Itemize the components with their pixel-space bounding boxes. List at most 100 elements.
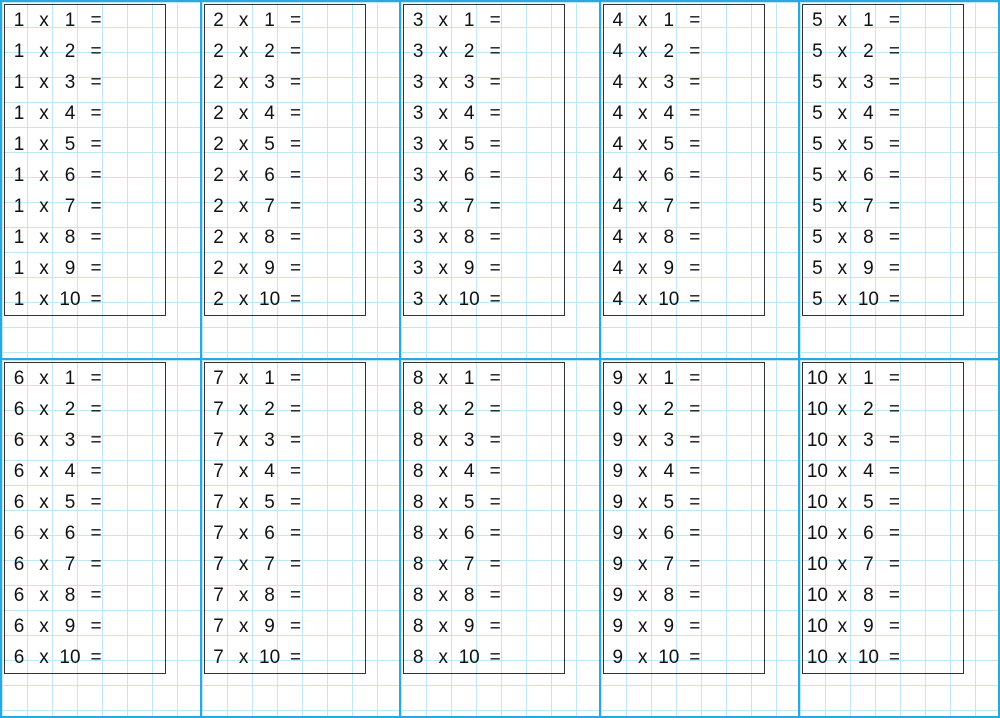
- multiplier: 8: [255, 585, 285, 607]
- multiplicand: 7: [205, 430, 233, 452]
- equals-symbol: =: [684, 585, 706, 607]
- equals-symbol: =: [883, 647, 905, 669]
- table-row: 7x10=: [205, 642, 365, 673]
- multiplier: 10: [454, 647, 484, 669]
- multiplier: 2: [454, 41, 484, 63]
- equals-symbol: =: [883, 399, 905, 421]
- multiplier: 5: [853, 492, 883, 514]
- times-table-block-1: 1x1=1x2=1x3=1x4=1x5=1x6=1x7=1x8=1x9=1x10…: [1, 1, 201, 359]
- multiplicand: 2: [205, 103, 233, 125]
- table-row: 2x7=: [205, 191, 365, 222]
- table-row: 3x6=: [404, 160, 564, 191]
- times-symbol: x: [233, 165, 255, 187]
- times-symbol: x: [831, 368, 853, 390]
- table-row: 8x7=: [404, 549, 564, 580]
- multiplier: 4: [654, 461, 684, 483]
- table-row: 8x9=: [404, 611, 564, 642]
- equals-symbol: =: [285, 492, 307, 514]
- multiplier: 6: [454, 523, 484, 545]
- times-table-block-2: 2x1=2x2=2x3=2x4=2x5=2x6=2x7=2x8=2x9=2x10…: [201, 1, 401, 359]
- multiplicand: 6: [5, 492, 33, 514]
- multiplier: 1: [55, 368, 85, 390]
- multiplicand: 3: [404, 10, 432, 32]
- equals-symbol: =: [883, 103, 905, 125]
- table-row: 6x6=: [5, 518, 165, 549]
- multiplier: 9: [454, 616, 484, 638]
- equals-symbol: =: [85, 72, 107, 94]
- multiplicand: 5: [803, 258, 831, 280]
- table-row: 2x5=: [205, 129, 365, 160]
- multiplier: 2: [853, 399, 883, 421]
- table-row: 2x1=: [205, 5, 365, 36]
- equals-symbol: =: [484, 616, 506, 638]
- multiplier: 5: [255, 134, 285, 156]
- table-row: 8x8=: [404, 580, 564, 611]
- equals-symbol: =: [883, 196, 905, 218]
- multiplier: 1: [255, 368, 285, 390]
- equals-symbol: =: [883, 585, 905, 607]
- multiplier: 3: [55, 72, 85, 94]
- equals-symbol: =: [85, 289, 107, 311]
- table-row: 10x2=: [803, 394, 963, 425]
- multiplicand: 8: [404, 399, 432, 421]
- multiplicand: 3: [404, 289, 432, 311]
- multiplier: 3: [853, 72, 883, 94]
- table-row: 8x5=: [404, 487, 564, 518]
- multiplier: 2: [55, 399, 85, 421]
- multiplier: 3: [654, 72, 684, 94]
- multiplier: 7: [454, 196, 484, 218]
- multiplicand: 7: [205, 461, 233, 483]
- times-symbol: x: [632, 41, 654, 63]
- table-row: 7x3=: [205, 425, 365, 456]
- equals-symbol: =: [684, 103, 706, 125]
- equals-symbol: =: [684, 554, 706, 576]
- times-symbol: x: [233, 196, 255, 218]
- times-symbol: x: [233, 585, 255, 607]
- times-symbol: x: [233, 523, 255, 545]
- multiplicand: 9: [604, 368, 632, 390]
- table-row: 2x4=: [205, 98, 365, 129]
- equals-symbol: =: [883, 368, 905, 390]
- multiplier: 10: [55, 647, 85, 669]
- table-row: 9x10=: [604, 642, 764, 673]
- times-symbol: x: [432, 430, 454, 452]
- equals-symbol: =: [684, 41, 706, 63]
- multiplicand: 4: [604, 41, 632, 63]
- times-table-block-8: 8x1=8x2=8x3=8x4=8x5=8x6=8x7=8x8=8x9=8x10…: [400, 359, 600, 717]
- multiplier: 1: [255, 10, 285, 32]
- multiplier: 4: [454, 103, 484, 125]
- table-row: 1x8=: [5, 222, 165, 253]
- equals-symbol: =: [883, 430, 905, 452]
- equals-symbol: =: [484, 461, 506, 483]
- times-symbol: x: [831, 492, 853, 514]
- multiplicand: 1: [5, 196, 33, 218]
- multiplicand: 9: [604, 554, 632, 576]
- table-row: 10x4=: [803, 456, 963, 487]
- multiplier: 4: [255, 461, 285, 483]
- multiplier: 3: [255, 72, 285, 94]
- table-box: 4x1=4x2=4x3=4x4=4x5=4x6=4x7=4x8=4x9=4x10…: [603, 4, 765, 316]
- times-symbol: x: [233, 289, 255, 311]
- multiplier: 7: [853, 554, 883, 576]
- times-table-block-5: 5x1=5x2=5x3=5x4=5x5=5x6=5x7=5x8=5x9=5x10…: [799, 1, 999, 359]
- equals-symbol: =: [684, 647, 706, 669]
- equals-symbol: =: [85, 430, 107, 452]
- multiplier: 5: [654, 134, 684, 156]
- times-symbol: x: [432, 399, 454, 421]
- times-symbol: x: [632, 227, 654, 249]
- table-row: 5x6=: [803, 160, 963, 191]
- table-row: 5x10=: [803, 284, 963, 315]
- equals-symbol: =: [85, 554, 107, 576]
- equals-symbol: =: [684, 523, 706, 545]
- times-symbol: x: [33, 165, 55, 187]
- multiplicand: 1: [5, 134, 33, 156]
- table-row: 1x9=: [5, 253, 165, 284]
- multiplicand: 7: [205, 523, 233, 545]
- multiplicand: 5: [803, 196, 831, 218]
- table-row: 8x6=: [404, 518, 564, 549]
- times-symbol: x: [33, 554, 55, 576]
- multiplicand: 4: [604, 258, 632, 280]
- multiplicand: 10: [803, 368, 831, 390]
- times-symbol: x: [632, 616, 654, 638]
- equals-symbol: =: [883, 165, 905, 187]
